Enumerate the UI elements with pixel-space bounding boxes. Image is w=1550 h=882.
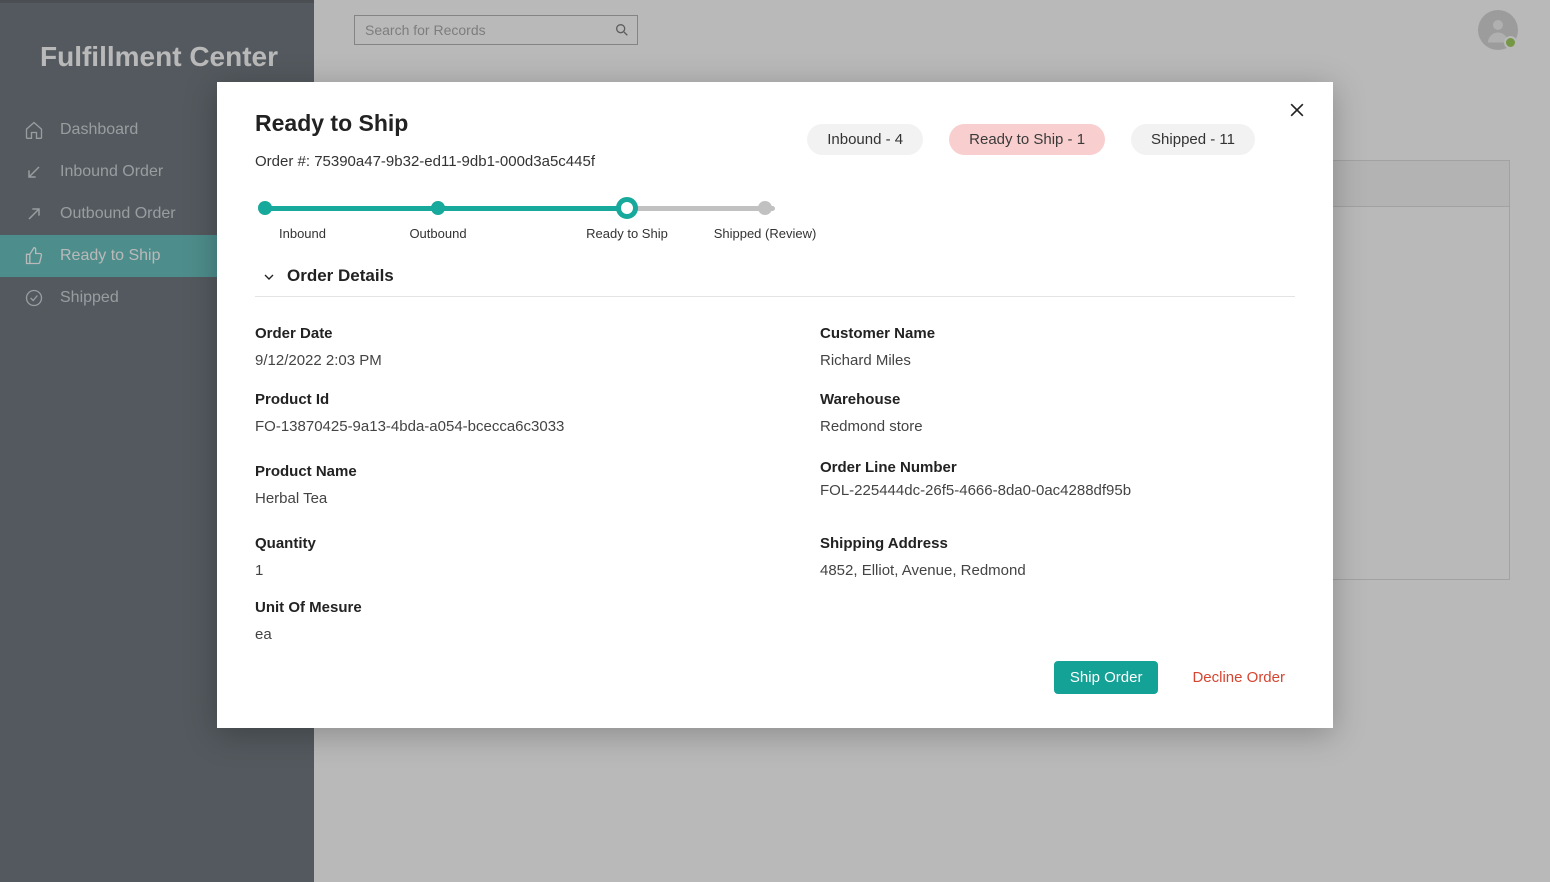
ship-order-button[interactable]: Ship Order (1054, 661, 1159, 694)
progress-label: Ready to Ship (586, 226, 668, 241)
order-line-value: FOL-225444dc-26f5-4666-8da0-0ac4288df95b (820, 482, 1295, 499)
order-date-value: 9/12/2022 2:03 PM (255, 352, 730, 369)
close-icon (1287, 100, 1307, 120)
details-right-column: Customer Name Richard Miles Warehouse Re… (820, 311, 1295, 643)
details-left-column: Order Date 9/12/2022 2:03 PM Product Id … (255, 311, 730, 643)
product-id-value: FO-13870425-9a13-4bda-a054-bcecca6c3033 (255, 418, 730, 435)
pill-inbound[interactable]: Inbound - 4 (807, 124, 923, 155)
shipping-address-value: 4852, Elliot, Avenue, Redmond (820, 562, 1295, 579)
progress-node-inbound (258, 201, 272, 215)
product-name-value: Herbal Tea (255, 490, 730, 507)
progress-label: Outbound (409, 226, 466, 241)
warehouse-value: Redmond store (820, 418, 1295, 435)
field-label: Order Line Number (820, 459, 1295, 476)
close-button[interactable] (1287, 100, 1307, 125)
pill-shipped[interactable]: Shipped - 11 (1131, 124, 1255, 155)
progress-label: Inbound (279, 226, 326, 241)
uom-value: ea (255, 626, 730, 643)
order-number: Order #: 75390a47-9b32-ed11-9db1-000d3a5… (255, 153, 595, 170)
section-title: Order Details (287, 266, 394, 286)
progress-node-outbound (431, 201, 445, 215)
progress-tracker: Inbound Outbound Ready to Ship Shipped (… (255, 200, 775, 248)
field-label: Product Id (255, 391, 730, 408)
field-label: Warehouse (820, 391, 1295, 408)
progress-label: Shipped (Review) (714, 226, 817, 241)
progress-node-shipped (758, 201, 772, 215)
field-label: Customer Name (820, 325, 1295, 342)
status-pills: Inbound - 4 Ready to Ship - 1 Shipped - … (807, 124, 1255, 155)
field-label: Product Name (255, 463, 730, 480)
field-label: Quantity (255, 535, 730, 552)
customer-name-value: Richard Miles (820, 352, 1295, 369)
decline-order-button[interactable]: Decline Order (1192, 669, 1285, 686)
pill-ready-to-ship[interactable]: Ready to Ship - 1 (949, 124, 1105, 155)
field-label: Shipping Address (820, 535, 1295, 552)
quantity-value: 1 (255, 562, 730, 579)
chevron-down-icon (261, 269, 277, 285)
field-label: Order Date (255, 325, 730, 342)
field-label: Unit Of Mesure (255, 599, 730, 616)
order-modal: Ready to Ship Order #: 75390a47-9b32-ed1… (217, 82, 1333, 728)
progress-node-ready (616, 197, 638, 219)
order-details-toggle[interactable]: Order Details (255, 258, 1295, 297)
modal-overlay: Ready to Ship Order #: 75390a47-9b32-ed1… (0, 0, 1550, 882)
modal-title: Ready to Ship (255, 110, 595, 137)
